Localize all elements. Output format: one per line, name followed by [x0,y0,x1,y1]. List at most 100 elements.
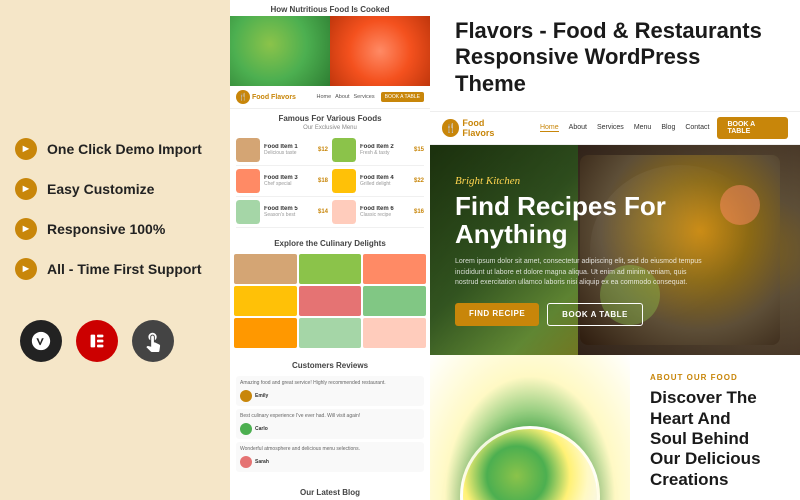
menu-price-r-3: $16 [414,209,424,215]
hero-title: Find Recipes For Anything [455,192,675,249]
arrow-icon-2: ► [15,178,37,200]
gallery-cell-5 [299,286,362,316]
center-scroll[interactable]: How Nutritious Food Is Cooked 🍴 Food Fla… [230,0,430,500]
touch-icon [132,320,174,362]
review-text-3: Wonderful atmosphere and delicious menu … [240,446,420,453]
menu-desc-r-3: Classic recipe [360,212,410,218]
reviewer-avatar-2 [240,423,252,435]
preview-hero: Bright Kitchen Find Recipes For Anything… [430,145,800,355]
menu-title: Famous For Various Foods [230,109,430,125]
feature-label-4: All - Time First Support [47,261,202,277]
gallery-cell-1 [234,254,297,284]
left-panel: ► One Click Demo Import ► Easy Customize… [0,0,230,500]
menu-desc-3: Season's best [264,212,314,218]
menu-info-1: Food Item 1 Delicious taste [264,144,314,156]
wordpress-icon [20,320,62,362]
feature-label-3: Responsive 100% [47,221,165,237]
preview-about: ABOUT OUR FOOD Discover The Heart AndSou… [430,355,800,500]
menu-info-2: Food Item 3 Chef special [264,175,314,187]
arrow-icon-1: ► [15,138,37,160]
right-panel: Flavors - Food & Restaurants Responsive … [430,0,800,500]
about-title: Discover The Heart AndSoul Behind Our De… [650,388,780,490]
gallery-cell-2 [299,254,362,284]
preview-logo-icon: 🍴 [442,119,459,137]
menu-desc-r-1: Fresh & tasty [360,150,410,156]
menu-img-1 [236,138,260,162]
preview-nav: 🍴 Food Flavors Home About Services Menu … [430,112,800,145]
mini-book-btn[interactable]: BOOK A TABLE [381,92,424,102]
menu-row-3: Food Item 5 Season's best $14 Food Item … [236,197,424,228]
hero-subtitle: Bright Kitchen [455,175,775,187]
menu-img-2 [236,169,260,193]
review-text-1: Amazing food and great service! Highly r… [240,380,420,387]
elementor-icon [76,320,118,362]
menu-row-1: Food Item 1 Delicious taste $12 Food Ite… [236,135,424,166]
menu-price-r-1: $15 [414,147,424,153]
preview-book-btn[interactable]: BOOK A TABLE [717,117,788,139]
menu-price-2: $18 [318,178,328,184]
menu-desc-1: Delicious taste [264,150,314,156]
menu-img-r-2 [332,169,356,193]
mosaic-cell-1 [230,16,330,86]
how-cooked-title: How Nutritious Food Is Cooked [230,0,430,16]
reviewer-name-3: Sarah [255,459,269,465]
feature-item-one-click: ► One Click Demo Import [15,138,215,160]
menu-row-2: Food Item 3 Chef special $18 Food Item 4… [236,166,424,197]
theme-title-bar: Flavors - Food & Restaurants Responsive … [430,0,800,112]
reviewer-avatar-1 [240,390,252,402]
prev-nav-contact[interactable]: Contact [685,124,709,132]
gallery-cell-4 [234,286,297,316]
theme-title: Flavors - Food & Restaurants Responsive … [455,18,775,97]
reviewer-2: Carlo [240,423,420,435]
find-recipe-button[interactable]: FIND RECIPE [455,303,539,326]
gallery-title: Explore the Culinary Delights [230,234,430,250]
hero-content: Bright Kitchen Find Recipes For Anything… [455,175,775,326]
menu-info-r-3: Food Item 6 Classic recipe [360,206,410,218]
theme-title-line1: Flavors - Food & Restaurants [455,18,762,43]
menu-price-r-2: $22 [414,178,424,184]
prev-nav-about[interactable]: About [569,124,587,132]
mosaic-cell-2 [330,16,430,86]
menu-info-r-1: Food Item 2 Fresh & tasty [360,144,410,156]
gallery-grid [230,250,430,352]
prev-nav-home[interactable]: Home [540,124,559,132]
feature-item-responsive: ► Responsive 100% [15,218,215,240]
hero-book-table-button[interactable]: BOOK A TABLE [547,303,643,326]
menu-info-3: Food Item 5 Season's best [264,206,314,218]
prev-nav-services[interactable]: Services [597,124,624,132]
gallery-cell-7 [234,318,297,348]
preview-logo: 🍴 Food Flavors [442,118,517,138]
mini-nav-services: Services [354,94,375,100]
about-image [430,355,630,500]
mini-logo-icon: 🍴 [236,90,250,104]
hero-title-text: Find Recipes For Anything [455,191,666,250]
menu-price-1: $12 [318,147,328,153]
about-content: ABOUT OUR FOOD Discover The Heart AndSou… [630,355,800,500]
menu-price-3: $14 [318,209,328,215]
reviewer-name-1: Emily [255,393,268,399]
center-panel: How Nutritious Food Is Cooked 🍴 Food Fla… [230,0,430,500]
reviewer-1: Emily [240,390,420,402]
review-text-2: Best culinary experience I've ever had. … [240,413,420,420]
menu-img-r-3 [332,200,356,224]
gallery-cell-9 [363,318,426,348]
technology-icons [15,320,215,362]
menu-subtitle: Our Exclusive Menu [230,125,430,135]
mini-logo-text: Food Flavors [252,94,296,101]
feature-list: ► One Click Demo Import ► Easy Customize… [15,138,215,280]
menu-img-r-1 [332,138,356,162]
reviews-section: Amazing food and great service! Highly r… [230,372,430,479]
food-mosaic [230,16,430,86]
prev-nav-menu[interactable]: Menu [634,124,652,132]
plate-visual [460,426,600,500]
mini-nav-about: About [335,94,349,100]
review-card-1: Amazing food and great service! Highly r… [236,376,424,406]
mini-logo: 🍴 Food Flavors [236,90,296,104]
feature-label-2: Easy Customize [47,181,154,197]
menu-desc-r-2: Grilled delight [360,181,410,187]
feature-item-easy-customize: ► Easy Customize [15,178,215,200]
prev-nav-blog[interactable]: Blog [661,124,675,132]
theme-title-line2: Responsive WordPress Theme [455,44,700,95]
menu-table: Food Item 1 Delicious taste $12 Food Ite… [230,135,430,228]
arrow-icon-4: ► [15,258,37,280]
